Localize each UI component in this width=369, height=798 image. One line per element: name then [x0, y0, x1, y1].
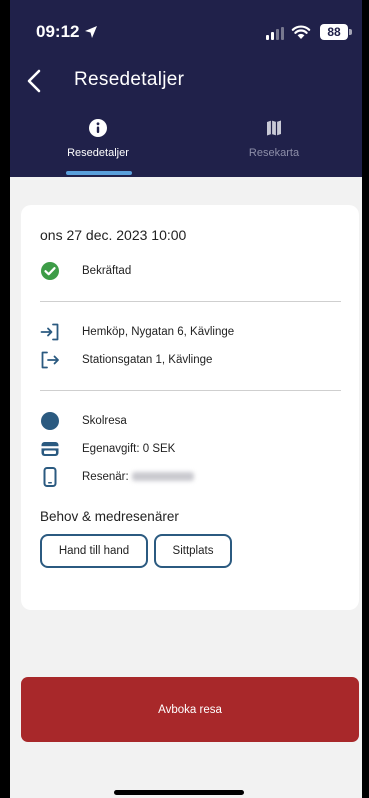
from-row: Hemköp, Nygatan 6, Kävlinge	[40, 322, 234, 342]
page-title: Resedetaljer	[74, 69, 185, 90]
battery-icon: 88	[320, 24, 348, 40]
logout-arrow-icon	[40, 350, 60, 370]
divider	[40, 301, 341, 302]
tab-resekarta[interactable]: Resekarta	[186, 110, 362, 177]
location-arrow-icon	[85, 26, 97, 38]
trip-type-row: Skolresa	[40, 411, 127, 431]
map-icon	[267, 120, 281, 136]
needs-title: Behov & medresenärer	[40, 509, 179, 524]
from-address: Hemköp, Nygatan 6, Kävlinge	[82, 326, 235, 338]
trip-details-card: ons 27 dec. 2023 10:00 Bekräftad Hemköp,…	[21, 205, 359, 610]
tab-label: Resekarta	[248, 147, 300, 159]
device-edge-left	[0, 0, 10, 798]
check-circle-icon	[40, 261, 60, 281]
back-arrow-icon[interactable]	[22, 68, 46, 94]
info-icon	[89, 119, 107, 137]
status-time: 09:12	[36, 22, 80, 41]
phone-screen: 09:12 88 Resedetaljer Resedetaljer Resek…	[0, 0, 369, 798]
login-arrow-icon	[40, 322, 60, 342]
status-text: Bekräftad	[82, 265, 132, 277]
traveler-label: Resenär:	[82, 471, 194, 483]
app-container: 09:12 88 Resedetaljer Resedetaljer Resek…	[10, 0, 362, 798]
phone-icon	[40, 467, 60, 487]
need-chip-sittplats[interactable]: Sittplats	[154, 534, 232, 568]
tab-resedetaljer[interactable]: Resedetaljer	[10, 110, 186, 177]
trip-type: Skolresa	[82, 415, 127, 427]
wallet-icon	[40, 439, 60, 459]
home-indicator[interactable]	[114, 790, 244, 795]
trip-date: ons 27 dec. 2023 10:00	[40, 227, 187, 243]
device-edge-right	[362, 0, 369, 798]
divider	[40, 390, 341, 391]
cancel-trip-button[interactable]: Avboka resa	[21, 677, 359, 742]
traveler-label-text: Resenär:	[82, 471, 129, 483]
fee-text: Egenavgift: 0 SEK	[82, 443, 176, 455]
tab-label: Resedetaljer	[67, 147, 129, 159]
battery-cap	[349, 29, 352, 35]
status-row: Bekräftad	[40, 261, 131, 281]
circle-icon	[40, 411, 60, 431]
to-address: Stationsgatan 1, Kävlinge	[82, 354, 213, 366]
active-tab-indicator	[66, 171, 132, 175]
to-row: Stationsgatan 1, Kävlinge	[40, 350, 212, 370]
redacted-phone-number	[131, 472, 194, 482]
need-chip-hand-till-hand[interactable]: Hand till hand	[40, 534, 148, 568]
fee-row: Egenavgift: 0 SEK	[40, 439, 175, 459]
traveler-row: Resenär:	[40, 467, 194, 487]
header-bar: 09:12 88 Resedetaljer Resedetaljer Resek…	[10, 0, 362, 177]
signal-icon	[266, 27, 284, 40]
wifi-icon	[291, 25, 311, 39]
